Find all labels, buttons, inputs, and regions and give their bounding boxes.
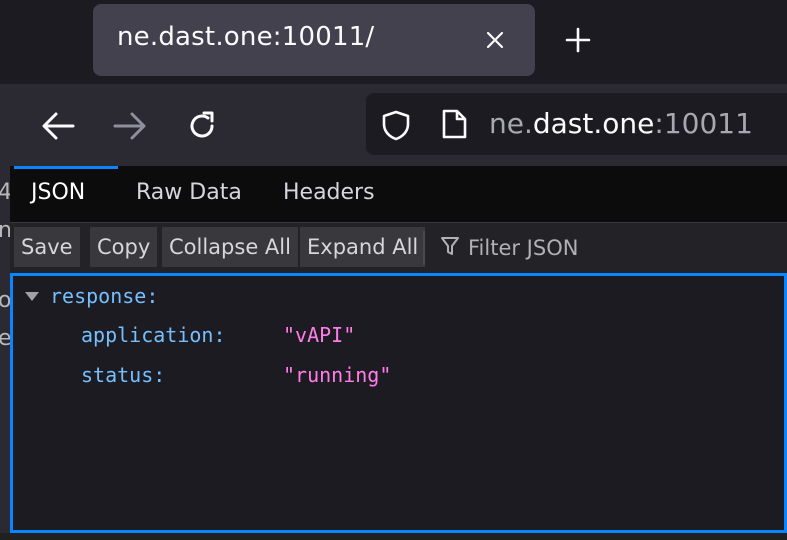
expand-triangle-icon[interactable] xyxy=(25,292,39,301)
url-domain: dast.one xyxy=(532,107,655,140)
json-value-status: "running" xyxy=(283,363,392,387)
url-port: :10011 xyxy=(654,107,753,140)
json-key-status: status: xyxy=(81,363,166,387)
shield-icon[interactable] xyxy=(380,109,412,145)
url-bar[interactable]: ne.dast.one:10011 xyxy=(366,93,787,155)
toolbar-divider xyxy=(423,231,425,265)
reload-icon[interactable] xyxy=(180,104,224,148)
filter-placeholder: Filter JSON xyxy=(468,236,579,260)
window-bottom-edge xyxy=(0,533,787,540)
json-value-application: "vAPI" xyxy=(283,323,356,347)
json-viewer-tabs: JSON Raw Data Headers xyxy=(10,166,787,222)
active-tab-indicator xyxy=(14,166,118,169)
browser-tab[interactable]: ne.dast.one:10011/ xyxy=(93,4,535,76)
tab-strip: ne.dast.one:10011/ xyxy=(0,0,787,84)
filter-json-input[interactable]: Filter JSON xyxy=(440,233,578,263)
save-button[interactable]: Save xyxy=(14,227,80,267)
url-text[interactable]: ne.dast.one:10011 xyxy=(489,107,753,140)
navigation-bar: ne.dast.one:10011 xyxy=(10,84,787,166)
tab-headers[interactable]: Headers xyxy=(283,180,375,205)
copy-button[interactable]: Copy xyxy=(90,227,158,267)
json-root-key[interactable]: response: xyxy=(50,284,158,308)
back-arrow-icon[interactable] xyxy=(36,104,80,148)
tab-raw-data[interactable]: Raw Data xyxy=(136,180,242,205)
forward-arrow-icon[interactable] xyxy=(108,104,152,148)
tab-title: ne.dast.one:10011/ xyxy=(117,22,375,52)
url-subdomain: ne. xyxy=(489,107,533,140)
filter-icon xyxy=(440,235,460,262)
close-icon[interactable] xyxy=(479,24,511,56)
page-icon[interactable] xyxy=(440,108,468,144)
json-toolbar: Save Copy Collapse All Expand All Filter… xyxy=(10,222,787,273)
collapse-all-button[interactable]: Collapse All xyxy=(162,227,298,267)
plus-icon[interactable] xyxy=(560,22,596,58)
json-tree-panel: response: application: "vAPI" status: "r… xyxy=(10,273,787,533)
tab-json[interactable]: JSON xyxy=(31,180,85,205)
json-key-application: application: xyxy=(81,323,226,347)
expand-all-button[interactable]: Expand All xyxy=(300,227,426,267)
